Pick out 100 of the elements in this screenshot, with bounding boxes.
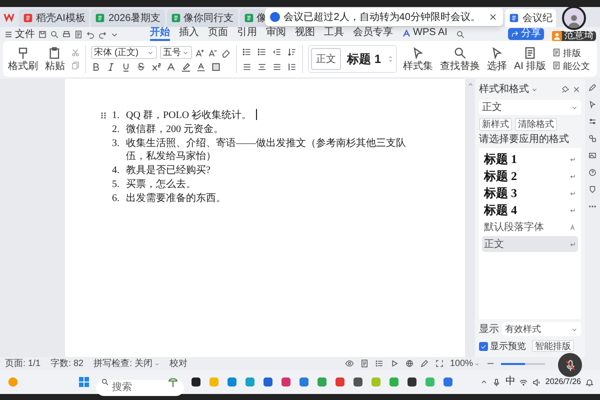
ribbon-button[interactable]: 粘贴	[44, 46, 66, 72]
ribbon-button[interactable]: 能公文	[552, 60, 590, 70]
align-center-icon[interactable]	[257, 62, 267, 72]
justify-icon[interactable]	[272, 62, 282, 72]
smart-layout-button[interactable]: 智能排版	[532, 340, 574, 352]
fit-page-icon[interactable]	[434, 359, 444, 368]
wifi-icon[interactable]	[519, 378, 528, 386]
shrink-font-icon[interactable]	[208, 48, 218, 58]
show-filter-dropdown[interactable]: 有效样式	[502, 322, 581, 336]
ribbon-tab[interactable]: 视图	[295, 27, 315, 41]
grow-font-icon[interactable]	[195, 48, 205, 58]
eye-icon[interactable]	[344, 359, 354, 368]
superscript-icon[interactable]	[151, 62, 161, 72]
microphone-icon[interactable]	[492, 378, 502, 386]
play-icon[interactable]	[390, 359, 399, 368]
app-icon[interactable]	[406, 376, 418, 388]
muted-microphone-icon	[564, 358, 576, 372]
eraser-icon[interactable]	[221, 48, 231, 58]
undo-icon[interactable]	[86, 30, 95, 38]
decrease-indent-icon[interactable]	[272, 46, 282, 56]
search-icon[interactable]	[50, 30, 59, 38]
ribbon-button[interactable]: 选择	[486, 46, 508, 72]
strikethrough-icon[interactable]	[136, 62, 146, 72]
file-menu[interactable]: 文件	[4, 26, 35, 42]
preview-checkbox[interactable]	[479, 342, 488, 351]
drag-handle-icon[interactable]	[99, 111, 108, 120]
start-icon[interactable]	[78, 376, 90, 388]
ribbon-tab[interactable]: WPS AI	[402, 27, 448, 41]
spell-check-button[interactable]: 拼写检查: 关闭	[94, 359, 160, 368]
ribbon-tab[interactable]: 插入	[179, 27, 199, 41]
sort-icon[interactable]	[287, 46, 297, 56]
ribbon-button[interactable]: AI 排版	[513, 46, 548, 72]
taskbar-search-field[interactable]: 搜索	[96, 380, 184, 396]
new-style-button[interactable]: 新样式	[479, 118, 512, 131]
sliders-icon[interactable]	[588, 117, 597, 126]
proofread-button[interactable]: 校对	[170, 359, 188, 368]
outline-view-icon[interactable]	[374, 359, 384, 368]
style-preset[interactable]: 标题 1	[343, 48, 385, 70]
document-tab[interactable]: 会议纪	[505, 9, 556, 27]
text-effect-icon[interactable]	[166, 62, 176, 72]
scroll-up-icon[interactable]	[466, 81, 474, 88]
style-item[interactable]: 标题 4	[482, 202, 578, 218]
close-icon[interactable]	[572, 85, 581, 94]
input-method-indicator[interactable]: 中	[505, 377, 516, 387]
app-logo-icon[interactable]	[3, 11, 15, 23]
style-item[interactable]: 默认段落字体	[482, 219, 578, 235]
bold-icon[interactable]	[91, 62, 101, 72]
caret-icon[interactable]	[531, 86, 538, 93]
ribbon-tab[interactable]: 会员专享	[353, 27, 393, 41]
pen-icon[interactable]	[420, 359, 429, 368]
numbered-list-icon[interactable]	[257, 46, 267, 56]
style-item[interactable]: 标题 1	[482, 151, 578, 167]
current-style-dropdown[interactable]: 正文	[479, 100, 581, 115]
ribbon-button[interactable]: 样式集	[402, 46, 434, 72]
clear-format-button[interactable]: 清除格式	[515, 118, 557, 131]
page-view-icon[interactable]	[360, 359, 369, 368]
chevron-up-icon[interactable]	[480, 378, 488, 386]
save-icon[interactable]	[38, 30, 47, 38]
zoom-level-dropdown[interactable]: 100%	[450, 359, 480, 368]
ribbon-button[interactable]: 查找替换	[439, 46, 481, 72]
app-icon[interactable]	[190, 376, 202, 388]
font-size-dropdown[interactable]: 五号	[160, 46, 192, 59]
app-icon[interactable]	[352, 376, 364, 388]
pin-icon[interactable]	[561, 85, 570, 94]
ribbon-tab[interactable]: 审阅	[266, 27, 286, 41]
line-spacing-icon[interactable]	[287, 62, 297, 72]
share-button[interactable]: 分享	[508, 28, 544, 40]
ribbon-button[interactable]: 排版	[552, 48, 590, 58]
badge-icon[interactable]	[588, 185, 597, 194]
print-icon[interactable]	[62, 30, 71, 38]
ribbon-tab[interactable]: 工具	[324, 27, 344, 41]
ribbon-button[interactable]: 格式刷	[7, 46, 39, 72]
help-icon[interactable]	[588, 168, 597, 177]
font-color-icon[interactable]	[196, 62, 206, 72]
shapes-icon[interactable]	[588, 134, 597, 143]
search-icon[interactable]	[456, 30, 466, 38]
underline-icon[interactable]	[121, 62, 131, 72]
speaker-icon[interactable]	[532, 378, 542, 386]
style-item[interactable]: 标题 2	[482, 168, 578, 184]
globe-icon[interactable]	[404, 359, 414, 368]
close-icon[interactable]	[488, 12, 498, 22]
highlighter-icon[interactable]	[181, 62, 191, 72]
ribbon-tab[interactable]: 引用	[237, 27, 257, 41]
cursor-icon[interactable]	[588, 100, 597, 109]
bullet-list-icon[interactable]	[242, 46, 252, 56]
shading-icon[interactable]	[211, 62, 221, 72]
italic-icon[interactable]	[106, 62, 116, 72]
document-tab[interactable]: 像你同行支	[166, 9, 238, 27]
notification-bell-icon[interactable]	[585, 378, 594, 386]
ribbon-tab[interactable]: 页面	[208, 27, 228, 41]
document-tab[interactable]: 2026暑期支	[91, 9, 165, 27]
style-preset[interactable]: 正文	[311, 48, 341, 70]
align-left-icon[interactable]	[242, 62, 252, 72]
font-dropdown[interactable]: 宋体 (正文)	[91, 46, 157, 59]
style-item[interactable]: 标题 3	[482, 185, 578, 201]
pen-icon[interactable]	[588, 83, 597, 92]
redo-icon[interactable]	[98, 30, 107, 38]
image-icon[interactable]	[588, 151, 597, 160]
style-item[interactable]: 正文	[482, 236, 578, 252]
document-tab[interactable]: 稻壳AI模板	[19, 9, 90, 27]
